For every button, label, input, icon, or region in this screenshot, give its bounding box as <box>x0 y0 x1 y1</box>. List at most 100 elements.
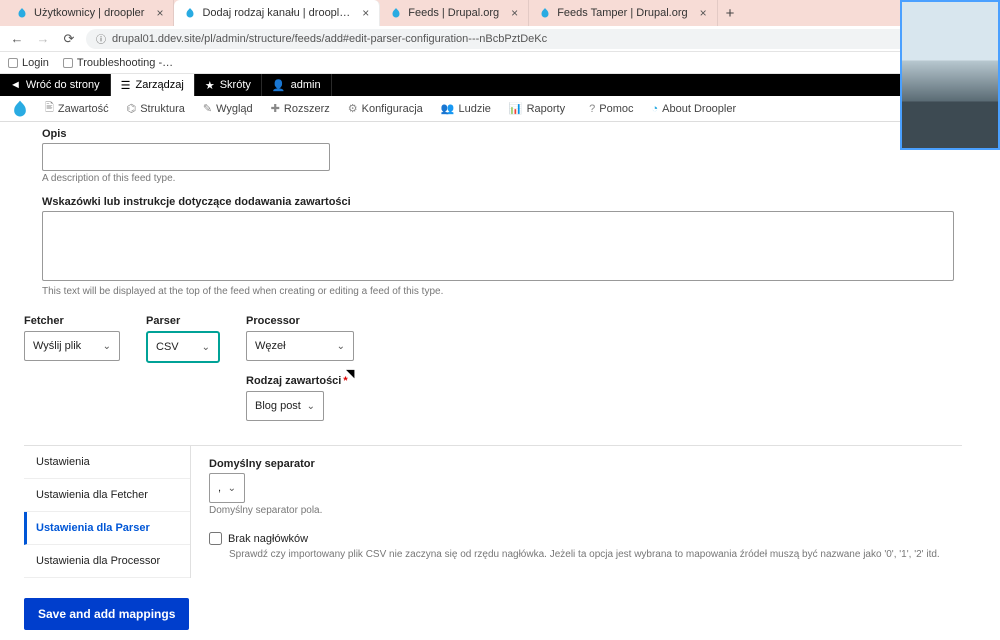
submenu-label: Zawartość <box>58 103 109 115</box>
tab-title: Użytkownicy | droopler <box>34 7 144 19</box>
col-parser: Parser CSV ⌄ <box>146 315 220 421</box>
toolbar-label: Zarządzaj <box>136 79 184 91</box>
bookmark-login[interactable]: Login <box>8 57 49 69</box>
tab-1[interactable]: Dodaj rodzaj kanału | droopl… × <box>174 0 380 26</box>
bookmark-troubleshooting[interactable]: Troubleshooting -… <box>63 57 173 69</box>
toolbar-user[interactable]: 👤admin <box>262 74 332 96</box>
field-wskazowki: Wskazówki lub instrukcje dotyczące dodaw… <box>42 196 962 297</box>
opis-help: A description of this feed type. <box>42 173 962 184</box>
url-input[interactable]: ⓘ drupal01.ddev.site/pl/admin/structure/… <box>86 29 992 49</box>
opis-label: Opis <box>42 128 962 140</box>
noheaders-checkbox[interactable] <box>209 532 222 545</box>
close-icon[interactable]: × <box>362 6 369 20</box>
col-processor: Processor Węzeł⌄ Rodzaj zawartości* Blog… <box>246 315 354 421</box>
separator-select[interactable]: ,⌄ <box>209 473 245 503</box>
submenu-label: Konfiguracja <box>362 103 423 115</box>
submenu-label: Ludzie <box>458 103 490 115</box>
drupal-icon <box>390 7 402 19</box>
processor-select[interactable]: Węzeł⌄ <box>246 331 354 361</box>
submenu-appearance[interactable]: ✎ Wygląd <box>194 102 262 115</box>
vtabs-nav: Ustawienia Ustawienia dla Fetcher Ustawi… <box>24 446 191 578</box>
chevron-down-icon: ⌄ <box>307 401 315 412</box>
gear-icon: ⚙ <box>348 102 358 115</box>
bookmark-label: Troubleshooting -… <box>77 57 173 69</box>
vtabs-body: Domyślny separator ,⌄ Domyślny separator… <box>191 446 962 578</box>
chart-icon: 📊 <box>509 102 523 115</box>
fetcher-select[interactable]: Wyślij plik⌄ <box>24 331 120 361</box>
close-icon[interactable]: × <box>156 6 163 20</box>
vertical-tabs: Ustawienia Ustawienia dla Fetcher Ustawi… <box>24 445 962 578</box>
tab-3[interactable]: Feeds Tamper | Drupal.org × <box>529 0 717 26</box>
save-add-mappings-button[interactable]: Save and add mappings <box>24 598 189 630</box>
vtab-ustawienia[interactable]: Ustawienia <box>24 446 190 479</box>
sep-help: Domyślny separator pola. <box>209 505 944 516</box>
field-opis: Opis A description of this feed type. <box>42 128 962 184</box>
parser-select[interactable]: CSV ⌄ <box>146 331 220 363</box>
people-icon: 👥 <box>441 102 455 115</box>
rodzaj-select[interactable]: Blog post ⌄ <box>246 391 324 421</box>
wskazowki-help: This text will be displayed at the top o… <box>42 286 962 297</box>
tab-title: Feeds | Drupal.org <box>408 7 499 19</box>
chevron-down-icon: ⌄ <box>202 342 210 353</box>
site-info-icon: ⓘ <box>96 31 106 46</box>
tab-title: Dodaj rodzaj kanału | droopl… <box>202 7 350 19</box>
submenu-label: Wygląd <box>216 103 253 115</box>
submenu-structure[interactable]: ⌬Struktura <box>118 102 194 115</box>
toolbar-label: Skróty <box>220 79 251 91</box>
noheaders-help: Sprawdź czy importowany plik CSV nie zac… <box>229 549 944 560</box>
nav-forward[interactable]: → <box>34 31 52 46</box>
vtab-fetcher[interactable]: Ustawienia dla Fetcher <box>24 479 190 512</box>
structure-icon: ⌬ <box>127 102 137 115</box>
parser-value: CSV <box>156 341 179 353</box>
submenu-about[interactable]: ◔About Droopler <box>643 103 746 115</box>
submenu-label: Raporty <box>527 103 566 115</box>
hamburger-icon: ☰ <box>121 79 131 92</box>
submenu-label: About Droopler <box>662 103 736 115</box>
submenu-people[interactable]: 👥Ludzie <box>432 102 500 115</box>
sep-label: Domyślny separator <box>209 458 944 470</box>
new-tab-button[interactable]: + <box>718 5 743 22</box>
browser-tabs: Użytkownicy | droopler × Dodaj rodzaj ka… <box>0 0 1000 26</box>
drupal-logo-icon[interactable] <box>10 99 30 119</box>
wskazowki-textarea[interactable] <box>42 211 954 281</box>
tab-0[interactable]: Użytkownicy | droopler × <box>6 0 174 26</box>
nav-reload[interactable]: ⟳ <box>60 31 78 47</box>
star-icon: ★ <box>205 79 215 92</box>
bookmarks-bar: Login Troubleshooting -… <box>0 52 1000 74</box>
tab-2[interactable]: Feeds | Drupal.org × <box>380 0 529 26</box>
submenu-label: Struktura <box>140 103 185 115</box>
parser-label: Parser <box>146 315 220 327</box>
main-content: Opis A description of this feed type. Ws… <box>0 122 1000 640</box>
col-fetcher: Fetcher Wyślij plik⌄ <box>24 315 120 421</box>
chevron-down-icon: ⌄ <box>228 483 236 494</box>
chevron-down-icon: ⌄ <box>337 341 345 352</box>
help-icon: ? <box>589 103 595 115</box>
close-icon[interactable]: × <box>700 6 707 20</box>
puzzle-icon: ✚ <box>271 102 280 115</box>
submenu-config[interactable]: ⚙ Konfiguracja <box>339 102 432 115</box>
url-text: drupal01.ddev.site/pl/admin/structure/fe… <box>112 33 547 45</box>
toolbar-shortcuts[interactable]: ★ Skróty <box>195 74 262 96</box>
submenu-content[interactable]: 🖹Zawartość <box>36 99 118 118</box>
nav-back[interactable]: ← <box>8 31 26 46</box>
vtab-parser[interactable]: Ustawienia dla Parser <box>24 512 190 545</box>
submenu-extend[interactable]: ✚Rozszerz <box>262 102 339 115</box>
tab-title: Feeds Tamper | Drupal.org <box>557 7 687 19</box>
opis-input[interactable] <box>42 143 330 171</box>
toolbar-manage[interactable]: ☰ Zarządzaj <box>111 74 195 96</box>
bookmark-label: Login <box>22 57 49 69</box>
vtab-processor[interactable]: Ustawienia dla Processor <box>24 545 190 578</box>
noheaders-label: Brak nagłówków <box>228 533 308 545</box>
webcam-overlay <box>900 0 1000 150</box>
brush-icon: ✎ <box>203 102 212 115</box>
rodzaj-label: Rodzaj zawartości* <box>246 375 354 387</box>
plugins-row: Fetcher Wyślij plik⌄ Parser CSV ⌄ Process… <box>24 315 962 421</box>
submenu-reports[interactable]: 📊 Raporty <box>500 102 574 115</box>
close-icon[interactable]: × <box>511 6 518 20</box>
submenu-help[interactable]: ?Pomoc <box>580 103 642 115</box>
drupal-icon <box>16 7 28 19</box>
toolbar-back[interactable]: ◄Wróć do strony <box>0 74 111 96</box>
fetcher-value: Wyślij plik <box>33 340 81 352</box>
rodzaj-value: Blog post <box>255 400 301 412</box>
favicon-placeholder <box>63 58 73 68</box>
